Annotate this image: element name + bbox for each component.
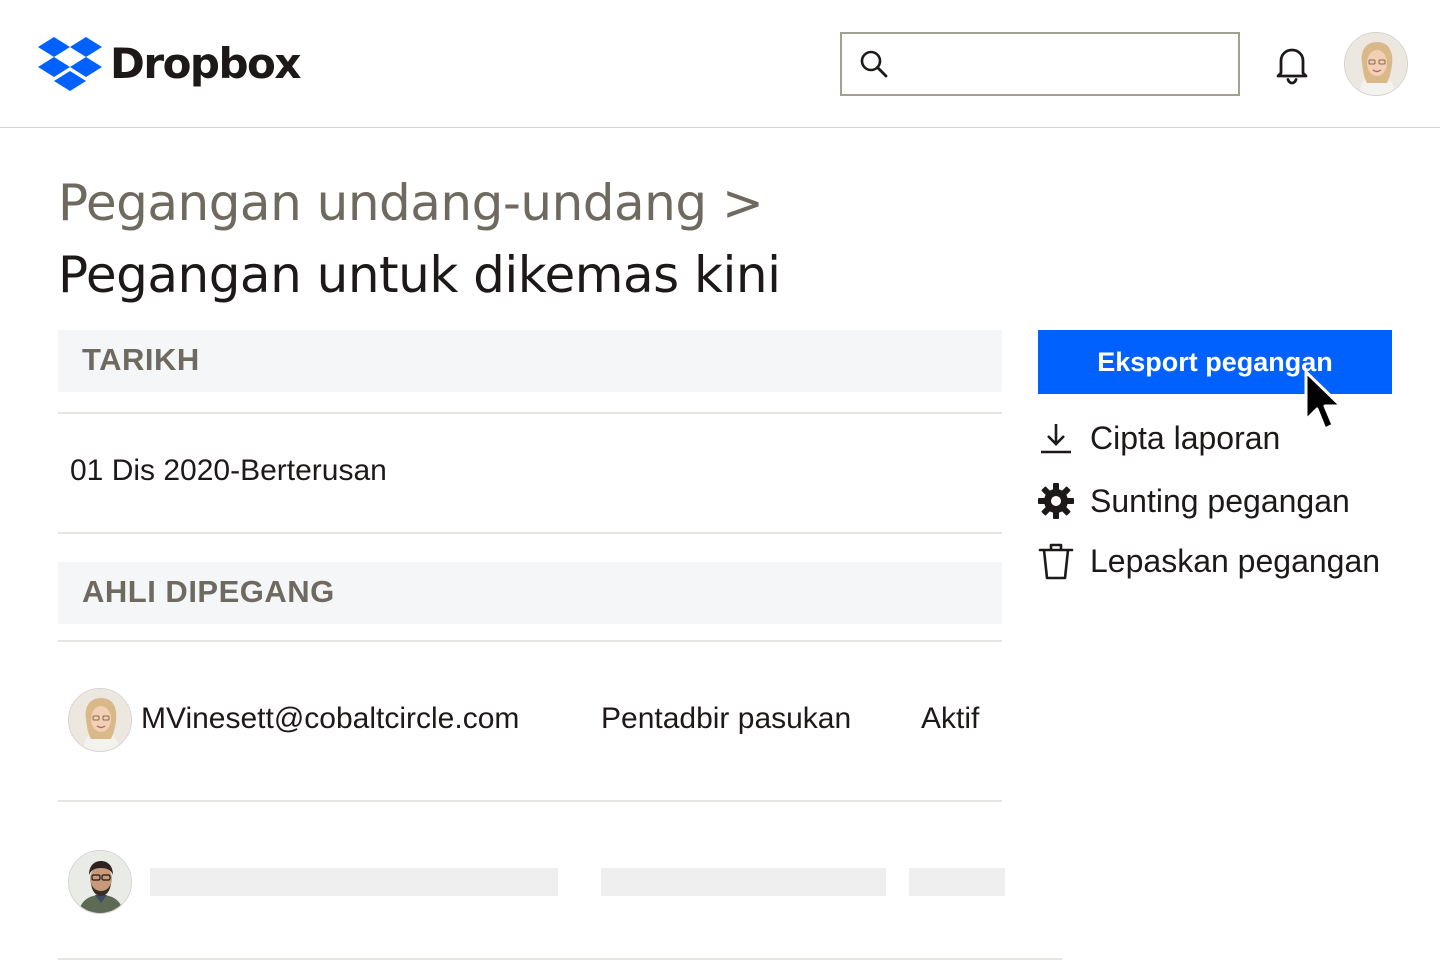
edit-hold-label: Sunting pegangan: [1090, 483, 1350, 519]
search-input[interactable]: [898, 42, 1218, 86]
divider: [58, 532, 1002, 534]
brand-name: Dropbox: [110, 39, 302, 88]
dropbox-logo[interactable]: Dropbox: [38, 36, 302, 92]
member-avatar: [68, 688, 132, 752]
members-section-header: AHLI DIPEGANG: [58, 562, 1002, 624]
bell-icon[interactable]: [1268, 40, 1316, 88]
divider: [58, 412, 1002, 414]
avatar-photo: [69, 851, 131, 913]
gear-icon: [1036, 481, 1076, 521]
skeleton-role: [601, 868, 886, 896]
member-role: Pentadbir pasukan: [601, 702, 852, 735]
member-avatar: [68, 850, 132, 914]
download-icon: [1036, 418, 1076, 458]
trash-icon: [1036, 541, 1076, 581]
create-report-action[interactable]: Cipta laporan: [1036, 418, 1280, 458]
dropbox-logo-icon: [38, 37, 102, 91]
member-status: Aktif: [921, 702, 980, 735]
members-header-label: AHLI DIPEGANG: [82, 574, 335, 609]
divider: [58, 640, 1002, 642]
top-bar: Dropbox: [0, 0, 1440, 128]
release-hold-label: Lepaskan pegangan: [1090, 543, 1381, 579]
divider: [58, 958, 1062, 960]
date-header-label: TARIKH: [82, 342, 200, 377]
skeleton-status: [909, 868, 1005, 896]
divider: [58, 800, 1002, 802]
search-box[interactable]: [840, 32, 1240, 96]
breadcrumb-parent[interactable]: Pegangan undang-undang >: [58, 168, 764, 238]
member-email: MVinesett@cobaltcircle.com: [141, 702, 520, 735]
create-report-label: Cipta laporan: [1090, 420, 1281, 456]
page-title: Pegangan untuk dikemas kini: [58, 246, 781, 304]
date-range-value: 01 Dis 2020-Berterusan: [70, 454, 387, 487]
search-icon: [860, 50, 888, 78]
avatar-photo: [69, 689, 131, 751]
edit-hold-action[interactable]: Sunting pegangan: [1036, 481, 1350, 521]
skeleton-email: [150, 868, 558, 896]
date-section-header: TARIKH: [58, 330, 1002, 392]
mouse-cursor-icon: [1304, 370, 1343, 431]
avatar-photo: [1345, 33, 1407, 95]
release-hold-action[interactable]: Lepaskan pegangan: [1036, 541, 1380, 581]
user-avatar[interactable]: [1344, 32, 1408, 96]
